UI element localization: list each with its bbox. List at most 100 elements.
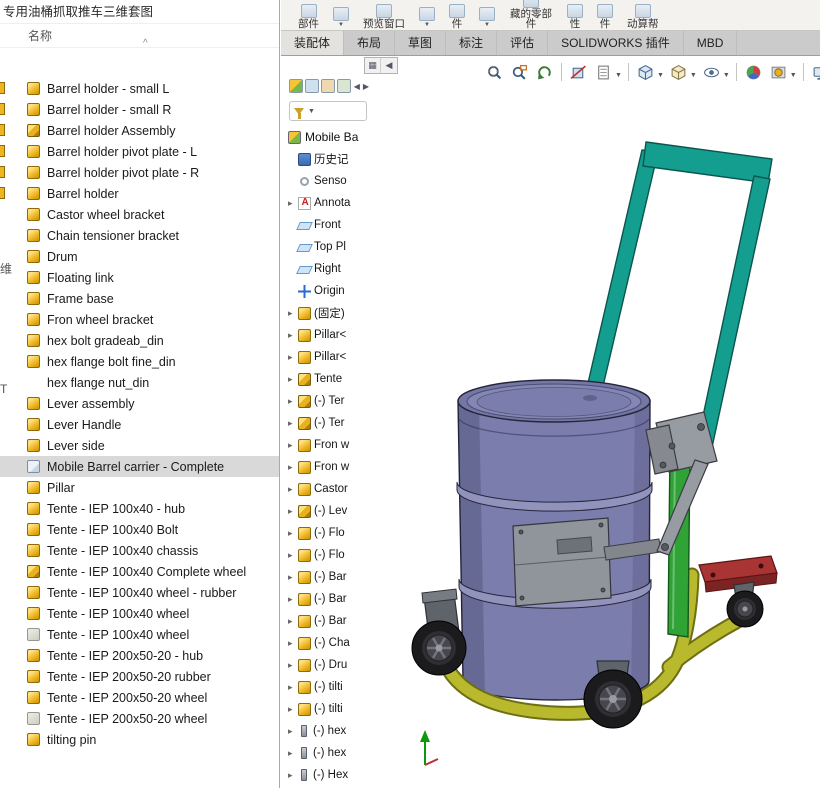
list-item[interactable]: Lever Handle [0,414,279,435]
list-item[interactable]: Fron wheel bracket [0,309,279,330]
expand-arrow-icon[interactable]: ▸ [288,484,295,495]
ribbon-button[interactable]: 性 [567,4,583,29]
tree-root-item[interactable]: Mobile Ba [288,126,369,148]
list-item[interactable]: Tente - IEP 200x50-20 wheel [0,708,279,729]
previous-view-icon[interactable] [533,61,556,83]
dropdown-caret-icon[interactable]: ▼ [690,72,697,79]
expand-arrow-icon[interactable]: ▸ [288,726,295,737]
expand-arrow-icon[interactable]: ▸ [288,198,295,209]
ribbon-button[interactable]: ▼ [333,7,349,29]
expand-arrow-icon[interactable]: ▸ [288,528,295,539]
expand-arrow-icon[interactable]: ▸ [288,396,295,407]
list-item[interactable]: Lever assembly [0,393,279,414]
list-item[interactable]: Tente - IEP 200x50-20 - hub [0,645,279,666]
display-style-icon[interactable] [667,61,690,83]
section-view-icon[interactable] [567,61,590,83]
list-item[interactable]: Drum [0,246,279,267]
expand-arrow-icon[interactable]: ▸ [288,748,295,759]
list-item[interactable]: Barrel holder pivot plate - L [0,141,279,162]
list-item[interactable]: Tente - IEP 100x40 wheel [0,624,279,645]
dropdown-caret-icon[interactable]: ▼ [657,72,664,79]
list-item[interactable]: Barrel holder pivot plate - R [0,162,279,183]
graphics-viewport[interactable]: ▼ ▼ ▼ ▼ ▼ ▦ ◀ [281,56,820,788]
tabs-scroll-right-icon[interactable]: ▶ [363,82,369,91]
expand-arrow-icon[interactable]: ▸ [288,308,295,319]
expand-arrow-icon[interactable]: ▸ [288,572,295,583]
propertymanager-tab-icon[interactable] [305,79,319,93]
expand-arrow-icon[interactable]: ▸ [288,682,295,693]
edit-appearance-icon[interactable] [742,61,765,83]
expand-arrow-icon[interactable]: ▸ [288,704,295,715]
ribbon-button[interactable]: ▼ [419,7,435,29]
tree-item[interactable]: ▸ (-) hex [288,742,369,764]
ribbon-button[interactable]: 件 [597,4,613,29]
ribbon-button[interactable]: 动算帮 [627,4,659,29]
tree-item[interactable]: ▸ (固定) [288,302,369,324]
dropdown-caret-icon[interactable]: ▼ [615,72,622,79]
ribbon-button[interactable]: 藏的零部件 [509,0,553,29]
expand-arrow-icon[interactable]: ▸ [288,374,295,385]
featuremanager-tab-icon[interactable] [289,79,303,93]
view-settings-icon[interactable] [809,61,820,83]
view-orientation-icon[interactable] [634,61,657,83]
list-item[interactable]: hex bolt gradeab_din [0,330,279,351]
tree-item[interactable]: ▸ (-) Dru [288,654,369,676]
collapse-left-icon[interactable]: ◀ [381,58,397,73]
list-item[interactable]: Barrel holder - small L [0,78,279,99]
tree-item[interactable]: ▸ Right [288,258,369,280]
ribbon-tab[interactable]: 装配体 [281,31,344,55]
tree-item[interactable]: ▸ Tente [288,368,369,390]
ribbon-button[interactable]: 件 [449,4,465,29]
list-item[interactable]: Chain tensioner bracket [0,225,279,246]
tree-item[interactable]: ▸ (-) Hex [288,764,369,786]
tree-item[interactable]: ▸ (-) Ter [288,390,369,412]
tree-item[interactable]: ▸ (-) tilti [288,676,369,698]
list-item[interactable]: Frame base [0,288,279,309]
tree-item[interactable]: ▸ Front [288,214,369,236]
expand-arrow-icon[interactable]: ▸ [288,550,295,561]
ribbon-tab[interactable]: SOLIDWORKS 插件 [548,31,684,55]
list-item[interactable]: Tente - IEP 200x50-20 wheel [0,687,279,708]
tree-item[interactable]: ▸ (-) Flo [288,522,369,544]
tree-item[interactable]: ▸ Fron w [288,434,369,456]
tree-filter[interactable]: ▼ [289,101,367,121]
hide-show-items-icon[interactable] [700,61,723,83]
dimxpert-tab-icon[interactable] [337,79,351,93]
ribbon-tab[interactable]: 布局 [344,31,395,55]
tree-item[interactable]: ▸ (-) Bar [288,610,369,632]
expand-arrow-icon[interactable]: ▸ [288,330,295,341]
tree-item[interactable]: ▸ Annota [288,192,369,214]
list-item[interactable]: hex flange nut_din [0,372,279,393]
list-item[interactable]: Tente - IEP 200x50-20 rubber [0,666,279,687]
configurationmanager-tab-icon[interactable] [321,79,335,93]
dropdown-caret-icon[interactable]: ▼ [723,72,730,79]
ribbon-tab[interactable]: MBD [684,31,738,55]
tree-item[interactable]: ▸ Pillar< [288,346,369,368]
list-item[interactable]: Barrel holder - small R [0,99,279,120]
model-castor-wheel[interactable] [699,556,777,627]
dropdown-caret-icon[interactable]: ▼ [790,72,797,79]
tree-item[interactable]: ▸ Senso [288,170,369,192]
ribbon-button[interactable]: 预览窗口 [363,4,405,29]
model-front-wheel[interactable] [412,589,466,675]
list-item[interactable]: hex flange bolt fine_din [0,351,279,372]
list-item[interactable]: tilting pin [0,729,279,750]
tree-item[interactable]: ▸ (-) Ter [288,412,369,434]
tree-item[interactable]: ▸ Castor [288,478,369,500]
expand-arrow-icon[interactable]: ▸ [288,352,295,363]
expand-arrow-icon[interactable]: ▸ [288,660,295,671]
grid-display-icon[interactable]: ▦ [365,58,381,73]
list-item[interactable]: Barrel holder Assembly [0,120,279,141]
list-item[interactable]: Tente - IEP 100x40 Bolt [0,519,279,540]
ribbon-tab[interactable]: 草图 [395,31,446,55]
list-item[interactable]: Mobile Barrel carrier - Complete [0,456,279,477]
list-item[interactable]: Floating link [0,267,279,288]
expand-arrow-icon[interactable]: ▸ [288,616,295,627]
list-item[interactable]: Pillar [0,477,279,498]
list-item[interactable]: Tente - IEP 100x40 - hub [0,498,279,519]
item-visibility-icon[interactable] [592,61,615,83]
expand-arrow-icon[interactable]: ▸ [288,440,295,451]
list-item[interactable]: Lever side [0,435,279,456]
expand-arrow-icon[interactable]: ▸ [288,594,295,605]
tree-item[interactable]: ▸ 历史记 [288,148,369,170]
